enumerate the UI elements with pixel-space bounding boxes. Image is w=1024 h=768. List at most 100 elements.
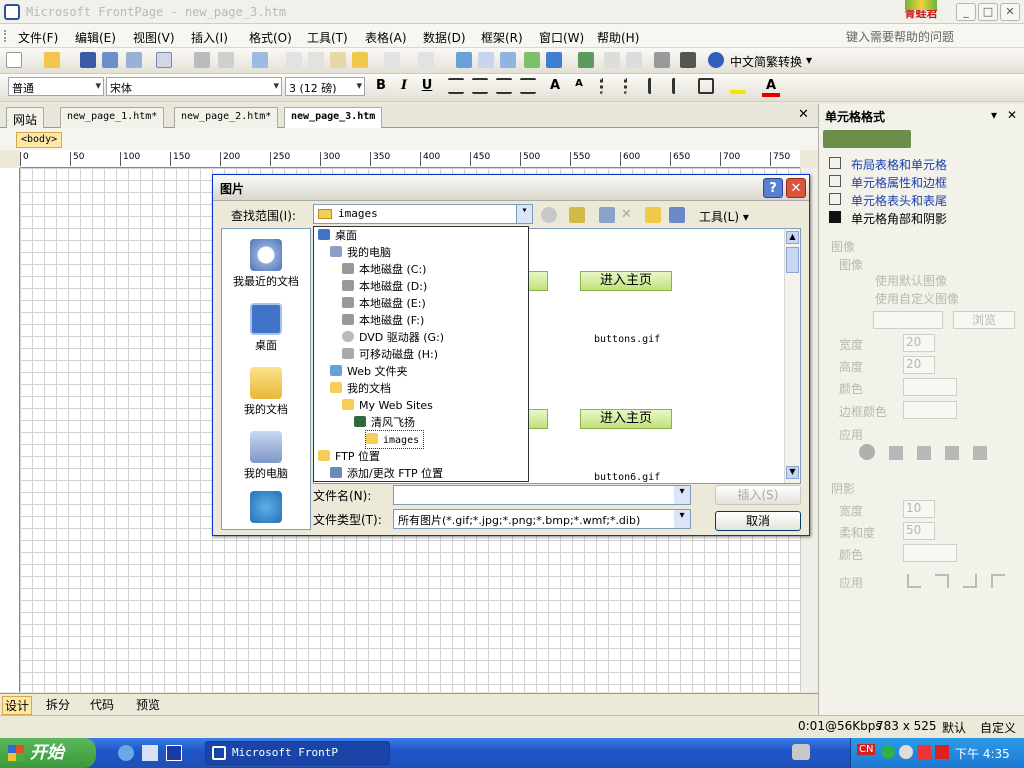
bold-button[interactable]: B (372, 78, 390, 93)
apply-top-left-icon[interactable] (889, 446, 903, 460)
width-field[interactable]: 20 (903, 334, 935, 352)
anchor-icon[interactable] (680, 52, 696, 68)
copy-icon[interactable] (308, 52, 324, 68)
menu-table[interactable]: 表格(A) (365, 29, 407, 46)
borders-icon[interactable] (698, 78, 714, 94)
dd-item-drive-c[interactable]: 本地磁盘 (C:) (342, 261, 426, 278)
dd-item-images[interactable]: images (364, 430, 425, 449)
look-in-dropdown-arrow[interactable]: ▾ (516, 205, 532, 223)
decrease-indent-icon[interactable] (648, 78, 664, 94)
shadow-width-field[interactable]: 10 (903, 500, 935, 518)
thumb-buttons-gif[interactable]: 进入主页 (580, 271, 672, 291)
search-web-icon[interactable] (599, 207, 615, 223)
look-in-combo[interactable]: images ▾ (313, 204, 533, 224)
refresh-icon[interactable] (604, 52, 620, 68)
stop-icon[interactable] (626, 52, 642, 68)
new-folder-icon[interactable] (645, 207, 661, 223)
file-button6-gif[interactable]: button6.gif (594, 472, 660, 483)
quicklaunch-ie-icon[interactable] (118, 745, 134, 761)
dd-item-my-computer[interactable]: 我的电脑 (330, 244, 391, 261)
insert-button[interactable]: 插入(S) (715, 485, 801, 505)
dd-item-web-folders[interactable]: Web 文件夹 (330, 363, 407, 380)
link-corners-shadows[interactable]: 单元格角部和阴影 (851, 210, 947, 227)
apply-bottom-left-icon[interactable] (945, 446, 959, 460)
publish-icon[interactable] (102, 52, 118, 68)
increase-font-icon[interactable]: A (546, 78, 564, 93)
italic-button[interactable]: I (395, 78, 413, 93)
body-quick-tag[interactable]: <body> (16, 132, 63, 148)
menu-insert[interactable]: 插入(I) (191, 29, 228, 46)
cancel-button[interactable]: 取消 (715, 511, 801, 531)
color-picker[interactable] (903, 378, 957, 396)
drawing-icon[interactable] (546, 52, 562, 68)
align-left-icon[interactable] (448, 78, 464, 94)
tray-green-icon[interactable] (881, 745, 895, 759)
view-design[interactable]: 设计 (2, 696, 33, 715)
align-center-icon[interactable] (472, 78, 488, 94)
font-color-button[interactable]: A (762, 78, 780, 97)
views-icon[interactable] (669, 207, 685, 223)
scroll-down-icon[interactable]: ▼ (786, 466, 799, 479)
help-question-box[interactable]: 键入需要帮助的问题 (846, 28, 1020, 45)
apply-bottom-right-icon[interactable] (973, 446, 987, 460)
status-default[interactable]: 默认 (942, 719, 966, 736)
font-select[interactable]: 宋体 (106, 77, 282, 96)
dd-item-removable[interactable]: 可移动磁盘 (H:) (342, 346, 438, 363)
link-header-footer[interactable]: 单元格表头和表尾 (851, 192, 947, 209)
place-desktop[interactable]: 桌面 (222, 303, 310, 353)
dd-item-site[interactable]: 清风飞扬 (354, 414, 415, 431)
quicklaunch-desktop-icon[interactable] (142, 745, 158, 761)
shadow-apply-br-icon[interactable] (963, 574, 977, 588)
shadow-apply-bl-icon[interactable] (907, 574, 921, 588)
style-select[interactable]: 普通 (8, 77, 104, 96)
file-type-dropdown-icon[interactable]: ▾ (674, 510, 690, 528)
web-component-icon[interactable] (456, 52, 472, 68)
redo-icon[interactable] (418, 52, 434, 68)
tray-security-icon[interactable] (935, 745, 949, 759)
page-size[interactable]: 783 x 525 (876, 719, 937, 733)
dd-item-desktop[interactable]: 桌面 (318, 227, 357, 244)
menu-frames[interactable]: 框架(R) (481, 29, 523, 46)
align-right-icon[interactable] (496, 78, 512, 94)
link-cell-properties[interactable]: 单元格属性和边框 (851, 174, 947, 191)
search-icon[interactable] (126, 52, 142, 68)
dd-item-ftp[interactable]: FTP 位置 (318, 448, 380, 465)
insert-layer-icon[interactable] (500, 52, 516, 68)
border-color-picker[interactable] (903, 401, 957, 419)
spelling-icon[interactable] (252, 52, 268, 68)
file-type-select[interactable]: 所有图片(*.gif;*.jpg;*.png;*.bmp;*.wmf;*.dib… (393, 509, 691, 529)
toggle-pane-icon[interactable] (156, 52, 172, 68)
menu-file[interactable]: 文件(F) (18, 29, 58, 46)
dd-item-my-web-sites[interactable]: My Web Sites (342, 397, 433, 414)
file-list-scrollbar[interactable]: ▲ ▼ (784, 229, 800, 483)
place-my-computer[interactable]: 我的电脑 (222, 431, 310, 481)
pane-nav-buttons[interactable] (823, 130, 911, 148)
undo-icon[interactable] (384, 52, 400, 68)
dd-item-drive-d[interactable]: 本地磁盘 (D:) (342, 278, 427, 295)
menu-tools[interactable]: 工具(T) (307, 29, 348, 46)
format-painter-icon[interactable] (352, 52, 368, 68)
cut-icon[interactable] (286, 52, 302, 68)
shadow-apply-tl-icon[interactable] (991, 574, 1005, 588)
radio-default-image[interactable]: 使用默认图像 (875, 272, 947, 289)
image-path-field[interactable] (873, 311, 943, 329)
view-code[interactable]: 代码 (90, 696, 114, 713)
view-split[interactable]: 拆分 (46, 696, 70, 713)
taskbar-frontpage-item[interactable]: Microsoft FrontP (205, 741, 390, 765)
tray-speaker-icon[interactable] (899, 745, 913, 759)
frontpage-app-icon[interactable] (4, 4, 20, 20)
open-folder-icon[interactable] (44, 52, 60, 68)
insert-picture-icon[interactable] (524, 52, 540, 68)
pane-dropdown-icon[interactable]: ▾ (991, 108, 997, 122)
help-icon[interactable] (708, 52, 724, 68)
paste-icon[interactable] (330, 52, 346, 68)
dd-item-add-ftp[interactable]: 添加/更改 FTP 位置 (330, 465, 443, 481)
menu-window[interactable]: 窗口(W) (539, 29, 584, 46)
language-indicator[interactable]: CN (857, 744, 876, 755)
print-preview-icon[interactable] (218, 52, 234, 68)
back-icon[interactable] (541, 207, 557, 223)
font-size-select[interactable]: 3 (12 磅) (285, 77, 365, 96)
scroll-up-icon[interactable]: ▲ (786, 231, 799, 244)
tab-website[interactable]: 网站 (6, 107, 45, 128)
dd-item-drive-e[interactable]: 本地磁盘 (E:) (342, 295, 426, 312)
